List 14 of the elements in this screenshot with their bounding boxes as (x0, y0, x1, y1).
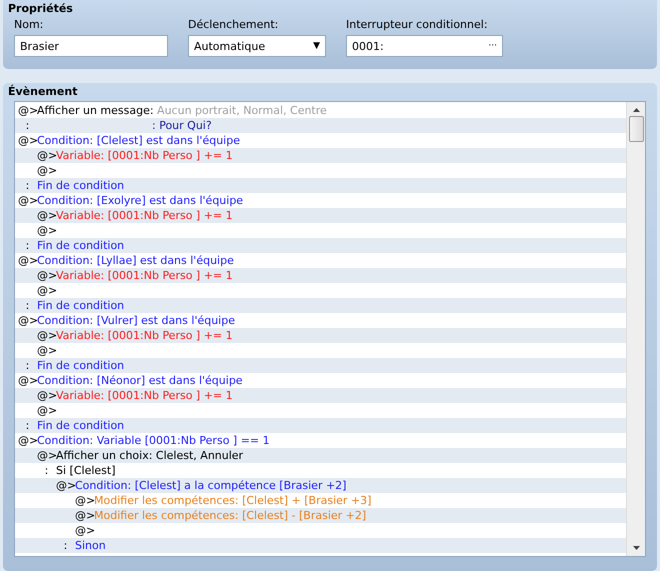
scroll-thumb[interactable] (628, 116, 644, 142)
name-field[interactable]: Brasier (14, 35, 168, 57)
panel-title: Évènement (8, 85, 78, 100)
field-label: Nom: (14, 18, 44, 31)
panel-title: Propriétés (8, 2, 74, 17)
field-label: Déclenchement: (188, 18, 280, 31)
scrollbar[interactable] (626, 102, 645, 556)
switch-field[interactable]: 0001: ··· (346, 35, 503, 57)
trigger-dropdown[interactable]: Automatique ▼ (188, 35, 326, 57)
caret-icon: ▼ (313, 41, 320, 51)
field-label: Interrupteur conditionnel: (346, 18, 489, 31)
scroll-up-icon[interactable] (632, 108, 640, 112)
scroll-down-icon[interactable] (632, 546, 640, 550)
ellipsis-button[interactable]: ··· (488, 41, 497, 51)
